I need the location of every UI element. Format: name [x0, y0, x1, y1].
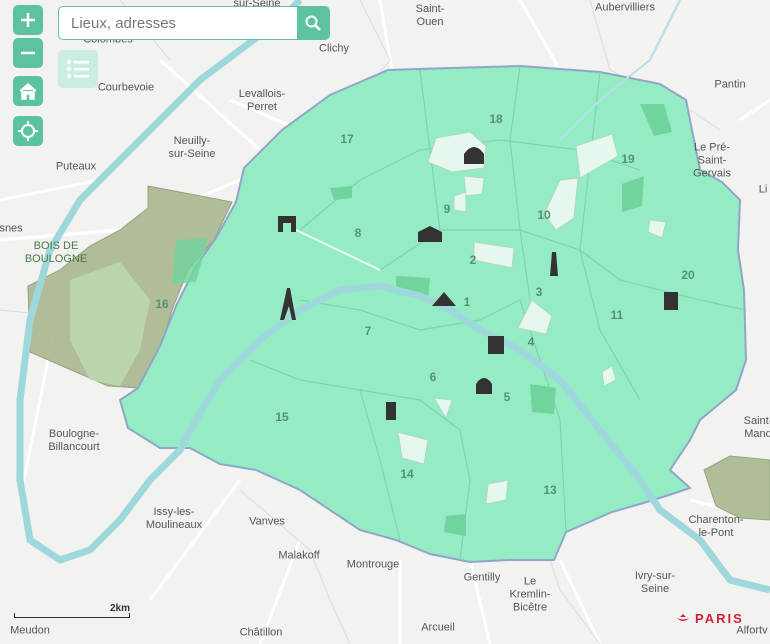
place-label: Gentilly	[463, 571, 501, 584]
arrondissement-label: 1	[463, 295, 471, 309]
paris-logo: PARIS	[676, 611, 744, 626]
arrondissement-label: 8	[354, 226, 362, 240]
notre-dame-icon	[488, 336, 504, 354]
place-label: Le Pré- Saint- Gervais	[693, 141, 731, 180]
arrondissement-label: 6	[429, 370, 437, 384]
arrondissement-label: 20	[681, 268, 695, 282]
place-label: Ivry-sur- Seine	[634, 570, 676, 595]
search-input[interactable]	[59, 7, 297, 39]
place-label: Boulogne- Billancourt	[48, 428, 100, 453]
home-button[interactable]	[13, 76, 43, 106]
arrondissement-label: 4	[527, 335, 535, 349]
minus-icon	[21, 51, 35, 55]
arrondissement-label: 11	[610, 308, 624, 322]
scale-bar: 2km	[14, 603, 130, 618]
place-label: esnes	[0, 222, 23, 235]
map-canvas[interactable]	[0, 0, 770, 644]
arrondissement-label: 18	[489, 112, 503, 126]
list-icon	[67, 60, 89, 78]
crosshair-icon	[18, 121, 38, 141]
arrondissement-label: 2	[469, 253, 477, 267]
place-label: Alfortv	[736, 624, 768, 637]
home-icon	[19, 83, 37, 100]
place-label: Saint- Ouen	[415, 3, 445, 28]
arrondissement-label: 19	[621, 152, 635, 166]
arrondissement-label: 9	[443, 202, 451, 216]
arrondissement-label: 7	[364, 324, 372, 338]
place-label: Li	[758, 183, 768, 196]
search-button[interactable]	[297, 7, 329, 39]
place-label: Le Kremlin- Bicêtre	[509, 575, 551, 614]
scale-bar-label: 2km	[109, 603, 130, 614]
arrondissement-label: 13	[543, 483, 557, 497]
arrondissement-label: 15	[275, 410, 289, 424]
search-icon	[305, 15, 321, 31]
place-label: Charenton- le-Pont	[688, 514, 744, 539]
ship-logo-icon	[677, 613, 689, 621]
arc-de-triomphe-icon	[278, 216, 296, 232]
place-label: Pantin	[714, 78, 746, 91]
zoom-in-button[interactable]	[13, 5, 43, 35]
arrondissement-label: 16	[155, 297, 169, 311]
place-label: Vanves	[249, 515, 285, 528]
park-label: BOIS DE BOULOGNE	[24, 240, 88, 265]
place-label: Levallois- Perret	[238, 88, 286, 113]
arrondissement-label: 10	[537, 208, 551, 222]
arrondissement-label: 5	[503, 390, 511, 404]
layers-list-button[interactable]	[58, 50, 98, 88]
place-label: Malakoff	[278, 549, 320, 562]
pere-lachaise-icon	[664, 292, 678, 310]
arrondissement-label: 3	[535, 285, 543, 299]
place-label: Neuilly- sur-Seine	[168, 135, 216, 160]
plus-icon	[21, 13, 35, 27]
place-label: Courbevoie	[97, 81, 155, 94]
montparnasse-tower-icon	[386, 402, 396, 420]
place-label: Meudon	[10, 624, 50, 637]
bois-de-vincennes-area[interactable]	[703, 455, 770, 521]
zoom-out-button[interactable]	[13, 38, 43, 68]
place-label: Montrouge	[346, 558, 400, 571]
search-bar	[58, 6, 330, 40]
logo-text: PARIS	[695, 611, 744, 626]
place-label: Arcueil	[421, 621, 455, 634]
place-label: Clichy	[319, 42, 349, 55]
place-label: Issy-les- Moulineaux	[145, 506, 203, 531]
arrondissement-label: 14	[400, 467, 414, 481]
place-label: Châtillon	[239, 626, 283, 639]
place-label: Saint- Mand	[743, 415, 770, 440]
arrondissement-label: 17	[340, 132, 354, 146]
locate-button[interactable]	[13, 116, 43, 146]
place-label: Aubervilliers	[595, 1, 655, 14]
place-label: Puteaux	[55, 160, 97, 173]
